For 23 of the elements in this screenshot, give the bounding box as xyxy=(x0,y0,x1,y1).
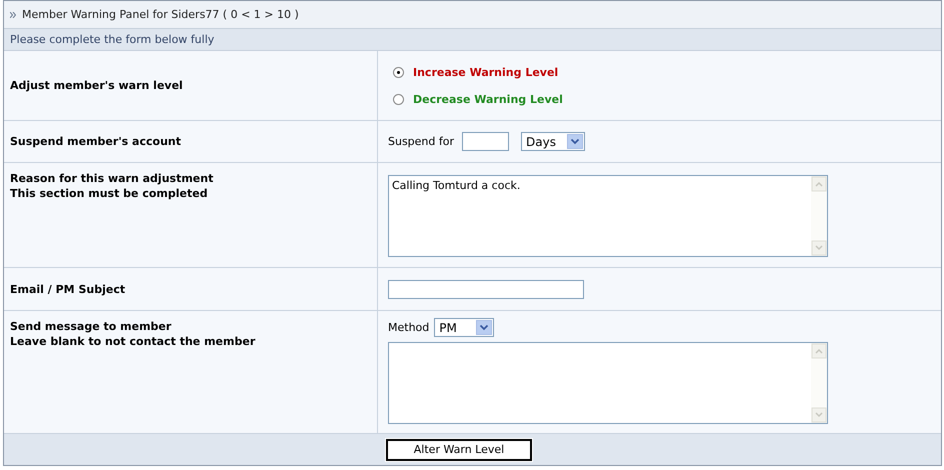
method-label: Method xyxy=(388,321,430,334)
method-dropdown[interactable]: PM xyxy=(434,318,494,337)
field-label: Email / PM Subject xyxy=(10,282,126,296)
radio-button[interactable] xyxy=(393,66,404,78)
scrollbar-icon xyxy=(811,343,827,423)
subject-field[interactable] xyxy=(388,280,584,298)
field-label: Suspend member's account xyxy=(10,134,182,149)
unit-dropdown[interactable]: Days xyxy=(521,132,586,151)
suspend-label: Suspend for xyxy=(388,135,454,148)
double-chevron-icon xyxy=(10,12,16,18)
field-label: This section must be completed xyxy=(10,186,209,201)
instruction-text: Please complete the form below fully xyxy=(10,33,214,46)
scrollbar-icon xyxy=(811,176,827,256)
field-label: Leave blank to not contact the member xyxy=(10,334,256,349)
radio-button[interactable] xyxy=(393,94,404,104)
panel-title: Member Warning Panel for Siders77 ( 0 < 1 > 10 ) xyxy=(22,8,299,21)
field-label: Send message to member xyxy=(10,319,172,334)
suspend-days-field[interactable] xyxy=(462,132,510,151)
alter-warn-level-button[interactable]: Alter Warn Level xyxy=(386,438,532,460)
radio-label: Increase Warning Level xyxy=(413,66,558,78)
field-label: Adjust member's warn level xyxy=(10,78,184,93)
field-label: Reason for this warn adjustment xyxy=(10,171,214,186)
radio-label: Decrease Warning Level xyxy=(413,92,563,106)
